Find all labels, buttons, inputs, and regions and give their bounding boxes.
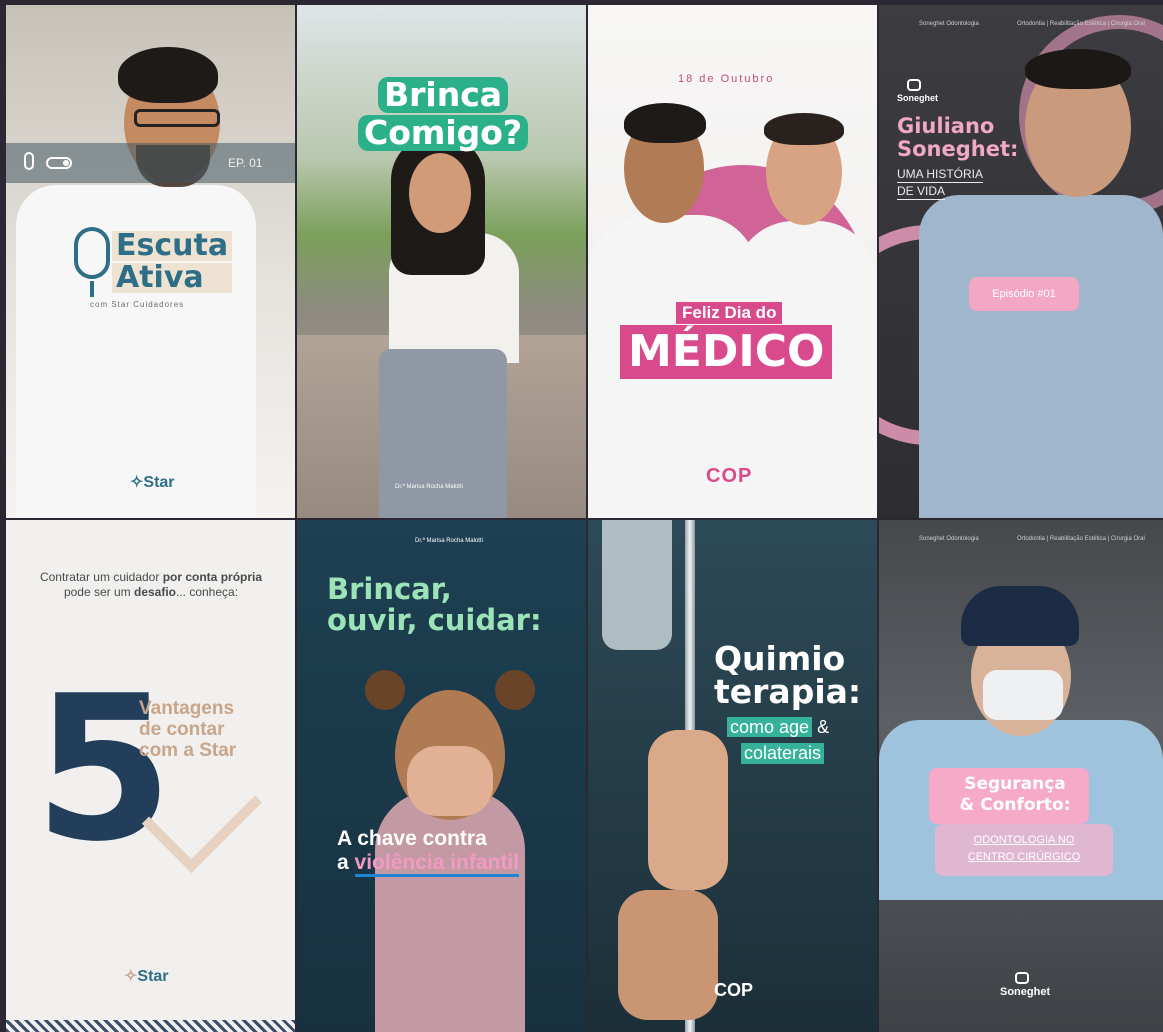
nav-links: Ortodontia | Reabilitação Estética | Cir… [1017,21,1145,27]
card-dia-do-medico[interactable]: 18 de Outubro Feliz Dia do MÉDICO COP [588,5,877,518]
chave-text: A chave contra a violência infantil [337,827,520,877]
iv-bag [602,520,672,650]
footer-pattern [6,1020,295,1032]
episode-label: EP. 01 [228,156,263,170]
microphone-logo-icon [74,227,110,279]
hand-photo [648,730,728,890]
portfolio-grid: EP. 01 Escuta Ativa com Star Cuidadores … [0,0,1163,1032]
nav-brand: Soneghet Odontologia [919,536,979,542]
brand-label: Soneghet [1000,986,1051,998]
tooth-icon [1015,972,1029,984]
feliz-dia-label: Feliz Dia do [676,302,783,324]
nav-links: Ortodontia | Reabilitação Estética | Cir… [1017,536,1145,542]
episode-badge: Episódio #01 [969,277,1079,311]
card-subtitle: ODONTOLOGIA NO CENTRO CIRÚRGICO [967,834,1081,863]
card-title: Segurança & Conforto: [959,774,1071,815]
hand-lower-photo [618,890,718,1020]
card-brinca-comigo[interactable]: Brinca Comigo? Dr.ª Marisa Rocha Malotti [297,5,586,518]
person-name: Giuliano Soneghet: [897,114,1019,161]
header-name: Dr.ª Marisa Rocha Malotti [415,538,483,544]
mic-icon [24,152,34,170]
tooth-icon [907,79,921,91]
card-title: Brincar, ouvir, cuidar: [327,572,542,637]
vantagens-text: Vantagens de contar com a Star [139,698,237,761]
medico-label: MÉDICO [620,325,833,379]
card-5-vantagens[interactable]: Contratar um cuidador por conta própria … [6,520,295,1032]
como-age-text: como age & [727,717,829,738]
card-title: Escuta Ativa [112,231,233,295]
colaterais-text: colaterais [741,743,825,764]
card-giuliano-soneghet[interactable]: Soneghet Odontologia Ortodontia | Reabil… [879,5,1163,518]
cop-logo: COP [714,980,754,1000]
card-quimioterapia[interactable]: Quimio terapia: como age & colaterais CO… [588,520,877,1032]
history-subtitle: UMA HISTÓRIA DE VIDA [897,167,984,200]
microphone-stand-icon [90,281,94,297]
card-title: Quimio terapia: [714,639,862,711]
cop-logo: COP [706,465,753,487]
card-brincar-ouvir-cuidar[interactable]: Dr.ª Marisa Rocha Malotti Brincar, ouvir… [297,520,586,1032]
card-escuta-ativa[interactable]: EP. 01 Escuta Ativa com Star Cuidadores … [6,5,295,518]
brand-label: Soneghet [897,93,939,103]
footer-name: Dr.ª Marisa Rocha Malotti [395,484,463,490]
toggle-icon [46,157,72,169]
nav-brand: Soneghet Odontologia [919,21,979,27]
date-label: 18 de Outubro [678,73,775,85]
card-seguranca-conforto[interactable]: Soneghet Odontologia Ortodontia | Reabil… [879,520,1163,1032]
star-logo: ✧Star [124,968,169,985]
card-title: Brinca Comigo? [353,77,533,153]
card-subtitle: com Star Cuidadores [90,300,185,309]
star-logo: ✧Star [130,474,175,491]
intro-text: Contratar um cuidador por conta própria … [39,570,263,599]
